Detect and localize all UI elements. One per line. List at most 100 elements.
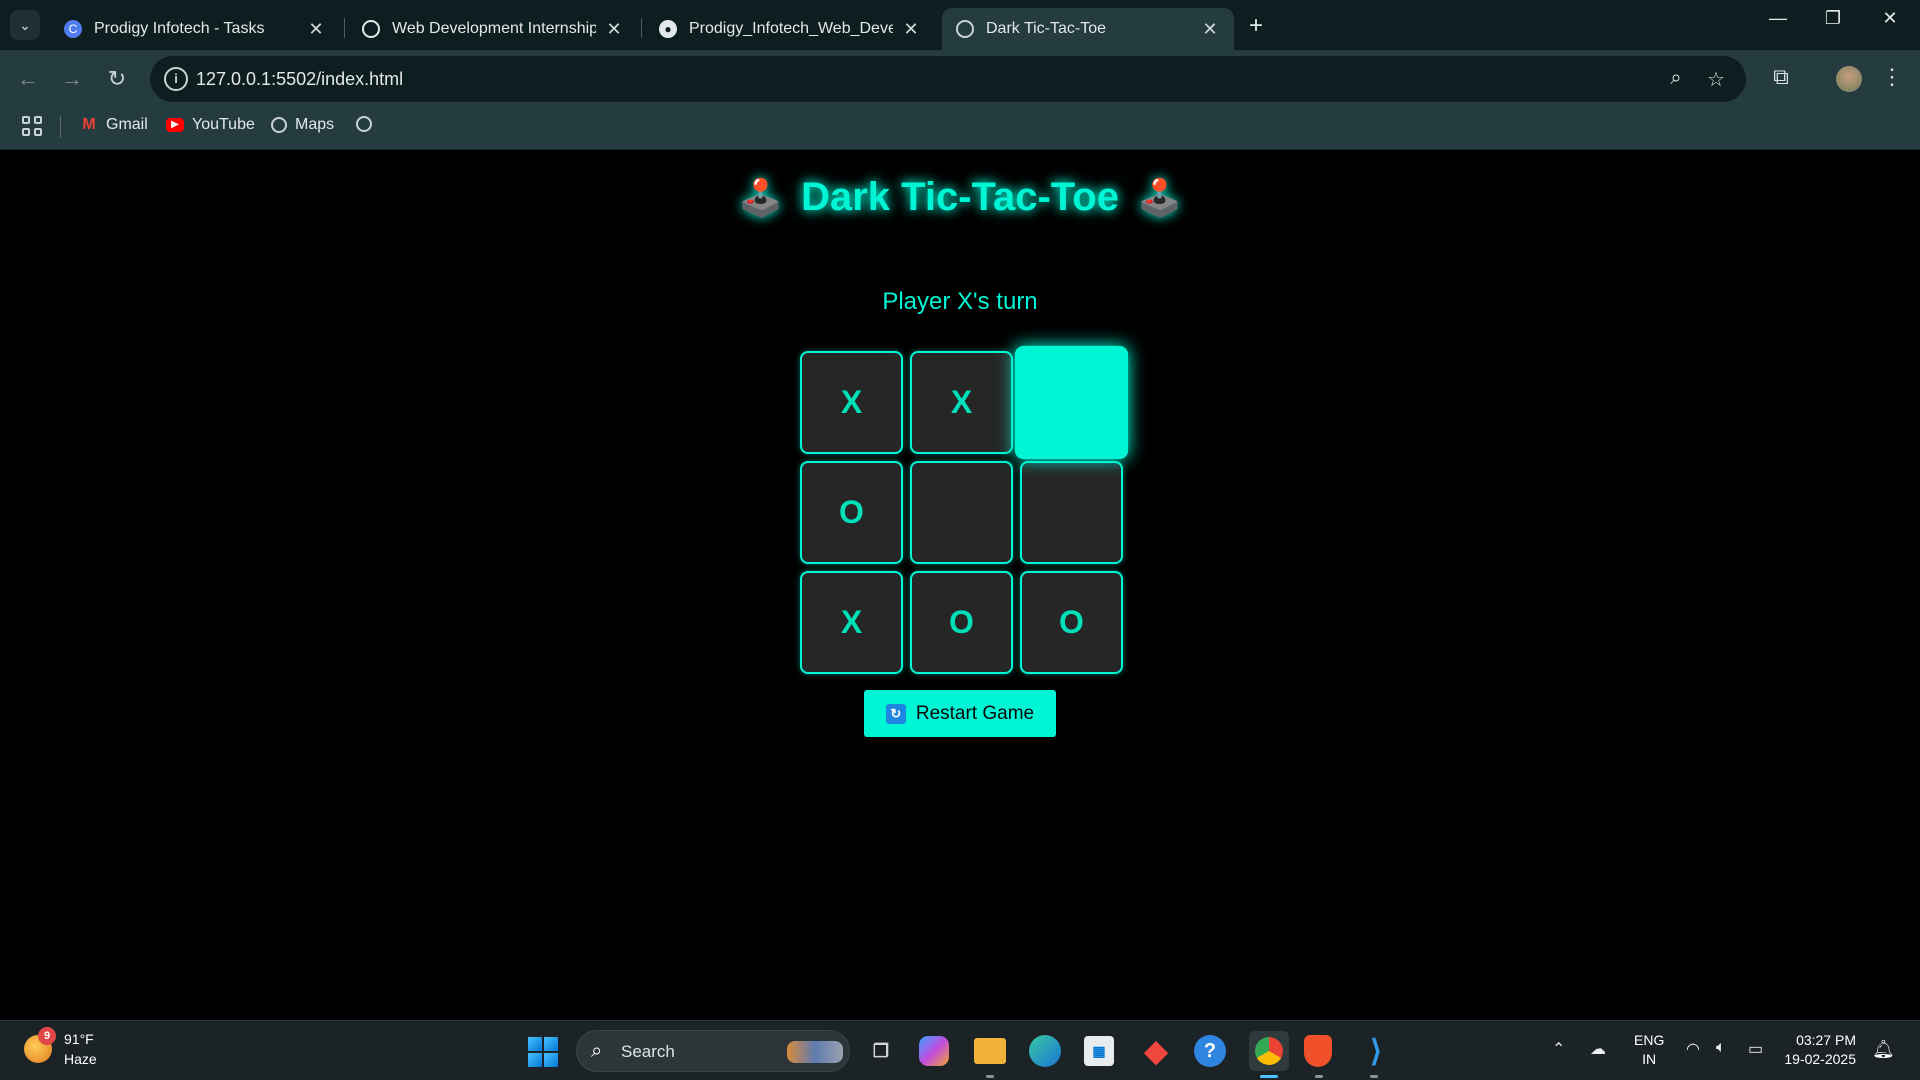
bookmark-label: Maps: [295, 116, 335, 133]
profile-avatar[interactable]: [1836, 66, 1862, 92]
show-hidden-icons[interactable]: ⌃: [1552, 1039, 1565, 1059]
bookmark-label: YouTube: [192, 116, 255, 133]
tab-divider: [344, 18, 345, 38]
close-window-button[interactable]: ✕: [1870, 8, 1910, 29]
close-icon[interactable]: ✕: [901, 19, 921, 40]
tab-title: Prodigy Infotech - Tasks: [94, 20, 265, 37]
windows-taskbar: 9 91°F Haze ⌕ Search ❐ ▦ ◆ ? ⟩ ⌃ ☁ ENG I…: [0, 1020, 1920, 1080]
weather-badge: 9: [38, 1027, 56, 1045]
wifi-icon[interactable]: ◠: [1686, 1039, 1700, 1059]
edge-icon[interactable]: [1029, 1035, 1061, 1067]
gmail-icon: M: [82, 116, 96, 133]
forward-button[interactable]: →: [57, 64, 87, 94]
bookmark-maps[interactable]: Maps: [271, 116, 334, 134]
toolbar: ← → ↻ i 127.0.0.1:5502/index.html ⌕ ☆ ⧉: [0, 50, 1920, 108]
vscode-icon[interactable]: ⟩: [1359, 1034, 1393, 1068]
tab-search-button[interactable]: ⌄: [10, 10, 40, 40]
file-explorer-icon[interactable]: [974, 1038, 1006, 1064]
help-icon[interactable]: ?: [1194, 1035, 1226, 1067]
close-icon[interactable]: ✕: [1200, 19, 1220, 40]
bookmark-star-icon[interactable]: ☆: [1703, 67, 1729, 92]
chrome-icon[interactable]: [1249, 1031, 1289, 1071]
tab-title: Dark Tic-Tac-Toe: [986, 20, 1107, 37]
game-title-text: Dark Tic-Tac-Toe: [801, 175, 1119, 219]
turn-status: Player X's turn: [882, 288, 1038, 315]
game-page: 🕹️ Dark Tic-Tac-Toe 🕹️ Player X's turn X X…: [0, 150, 1920, 1020]
site-info-icon[interactable]: i: [164, 67, 188, 91]
board-cell-1[interactable]: X: [800, 351, 903, 454]
restart-label: Restart Game: [915, 702, 1035, 724]
onedrive-icon[interactable]: ☁: [1590, 1039, 1606, 1059]
start-button[interactable]: [528, 1037, 558, 1067]
game-board: X X O X O O: [800, 345, 1129, 675]
brave-icon[interactable]: [1304, 1035, 1332, 1067]
restore-button[interactable]: ❐: [1813, 8, 1853, 29]
region-code: IN: [1642, 1051, 1657, 1067]
clock-date: 19-02-2025: [1784, 1051, 1856, 1067]
minimize-button[interactable]: —: [1758, 8, 1798, 29]
github-icon: ●: [659, 20, 677, 38]
close-icon[interactable]: ✕: [306, 19, 326, 40]
task-view-icon[interactable]: ❐: [864, 1034, 898, 1068]
copilot-icon[interactable]: [919, 1036, 949, 1066]
system-clock[interactable]: 03:27 PM 19-02-2025: [1782, 1031, 1856, 1069]
app-active-indicator: [1260, 1075, 1278, 1078]
board-cell-7[interactable]: X: [800, 571, 903, 674]
anydesk-icon[interactable]: ◆: [1139, 1034, 1173, 1068]
store-icon[interactable]: ▦: [1084, 1036, 1114, 1066]
bookmark-gmail[interactable]: M Gmail: [80, 116, 148, 134]
address-bar[interactable]: i 127.0.0.1:5502/index.html ⌕ ☆: [150, 56, 1746, 102]
apps-icon[interactable]: [22, 116, 42, 136]
refresh-icon: ↻: [885, 703, 906, 724]
back-button[interactable]: ←: [13, 64, 43, 94]
close-icon[interactable]: ✕: [604, 19, 624, 40]
globe-icon: [356, 116, 372, 132]
tab-prodigy-tasks[interactable]: C Prodigy Infotech - Tasks ✕: [50, 8, 340, 50]
prodigy-icon: C: [64, 20, 82, 38]
restart-game-button[interactable]: ↻ Restart Game: [864, 690, 1056, 737]
tab-strip: ⌄ C Prodigy Infotech - Tasks ✕ Web Devel…: [0, 0, 1920, 50]
language-code: ENG: [1634, 1032, 1665, 1048]
extensions-icon[interactable]: ⧉: [1766, 64, 1796, 90]
battery-icon[interactable]: ▭: [1748, 1039, 1763, 1059]
app-running-indicator: [986, 1075, 994, 1078]
weather-condition[interactable]: Haze: [64, 1051, 97, 1067]
joystick-icon: 🕹️: [1136, 177, 1182, 218]
app-running-indicator: [1315, 1075, 1323, 1078]
taskbar-search[interactable]: ⌕ Search: [576, 1030, 850, 1072]
board-cell-2[interactable]: X: [910, 351, 1013, 454]
tab-dark-tic-tac-toe[interactable]: Dark Tic-Tac-Toe ✕: [942, 8, 1234, 50]
url-text[interactable]: 127.0.0.1:5502/index.html: [196, 69, 403, 90]
reload-button[interactable]: ↻: [102, 64, 132, 94]
board-cell-3[interactable]: [1014, 345, 1129, 460]
search-placeholder: Search: [621, 1042, 675, 1061]
game-title: 🕹️ Dark Tic-Tac-Toe 🕹️: [0, 175, 1920, 220]
bookmarks-divider: [60, 116, 61, 138]
clock-time: 03:27 PM: [1796, 1032, 1856, 1048]
joystick-icon: 🕹️: [738, 177, 784, 218]
tab-divider: [641, 18, 642, 38]
language-indicator[interactable]: ENG IN: [1634, 1031, 1664, 1069]
tab-title: Prodigy_Infotech_Web_Develop: [689, 20, 893, 37]
board-cell-8[interactable]: O: [910, 571, 1013, 674]
app-running-indicator: [1370, 1075, 1378, 1078]
youtube-icon: ▶: [166, 118, 184, 132]
browser-menu-icon[interactable]: ⋮: [1880, 64, 1904, 90]
openai-icon: [362, 20, 380, 38]
board-cell-6[interactable]: [1020, 461, 1123, 564]
board-cell-4[interactable]: O: [800, 461, 903, 564]
bookmark-label: Gmail: [106, 116, 148, 133]
bookmark-globe[interactable]: [356, 116, 380, 132]
board-cell-5[interactable]: [910, 461, 1013, 564]
tab-github-repo[interactable]: ● Prodigy_Infotech_Web_Develop ✕: [645, 8, 935, 50]
search-icon: ⌕: [591, 1040, 603, 1062]
chrome-logo: [1255, 1037, 1283, 1065]
volume-icon[interactable]: 🔈︎: [1716, 1039, 1726, 1057]
zoom-icon[interactable]: ⌕: [1663, 67, 1689, 90]
tab-web-dev-internship[interactable]: Web Development Internship S ✕: [348, 8, 638, 50]
notification-bell-icon[interactable]: 🔔︎: [1872, 1039, 1895, 1060]
bookmark-youtube[interactable]: ▶ YouTube: [166, 116, 255, 134]
board-cell-9[interactable]: O: [1020, 571, 1123, 674]
new-tab-button[interactable]: +: [1242, 12, 1270, 40]
weather-temperature[interactable]: 91°F: [64, 1031, 94, 1047]
